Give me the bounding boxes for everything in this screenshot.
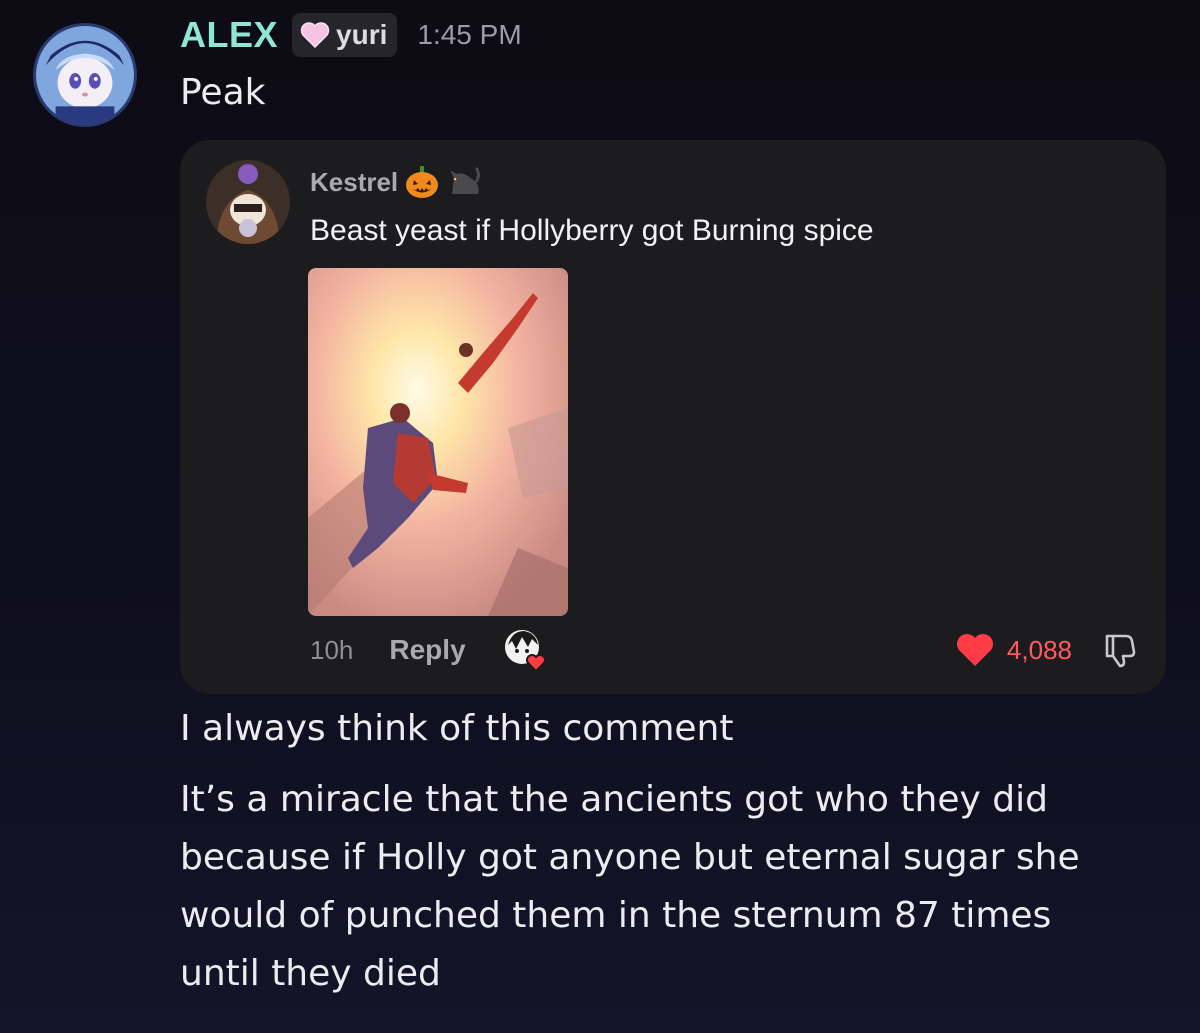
dislike-thumb-icon[interactable] (1102, 632, 1138, 668)
message-header: ALEX yuri 1:45 PM (180, 10, 522, 60)
comment-author-avatar[interactable] (206, 160, 290, 244)
role-tag-label: yuri (336, 19, 388, 50)
reply-button[interactable]: Reply (389, 634, 465, 666)
comment-author: Kestrel (310, 162, 482, 202)
like-count: 4,088 (1006, 634, 1072, 665)
username[interactable]: ALEX (180, 14, 278, 56)
timestamp: 1:45 PM (417, 19, 522, 50)
comment-reactions: 4,088 (955, 628, 1138, 672)
comment-text: Beast yeast if Hollyberry got Burning sp… (310, 214, 874, 247)
comment-time: 10h (310, 634, 354, 665)
comment-image[interactable] (308, 268, 568, 616)
embedded-comment[interactable]: Kestrel Beast yeast if Hollyberry got Bu… (180, 140, 1166, 694)
heart-icon (300, 22, 330, 48)
message-text: I always think of this comment (180, 708, 734, 749)
user-avatar[interactable] (33, 23, 137, 127)
message-text: Peak (180, 72, 266, 113)
comment-author-name[interactable]: Kestrel (310, 167, 398, 198)
message-text: until they died (180, 953, 441, 994)
comment-footer: 10h Reply (310, 628, 548, 673)
role-tag[interactable]: yuri (292, 13, 398, 57)
message-text: It’s a miracle that the ancients got who… (180, 779, 1048, 820)
jack-o-lantern-icon (406, 166, 439, 198)
message-text: would of punched them in the sternum 87 … (180, 895, 1052, 936)
like-heart-icon[interactable] (955, 632, 995, 668)
creator-liked-avatar (502, 628, 546, 673)
cat-icon (450, 167, 481, 194)
message-text: because if Holly got anyone but eternal … (180, 837, 1080, 878)
